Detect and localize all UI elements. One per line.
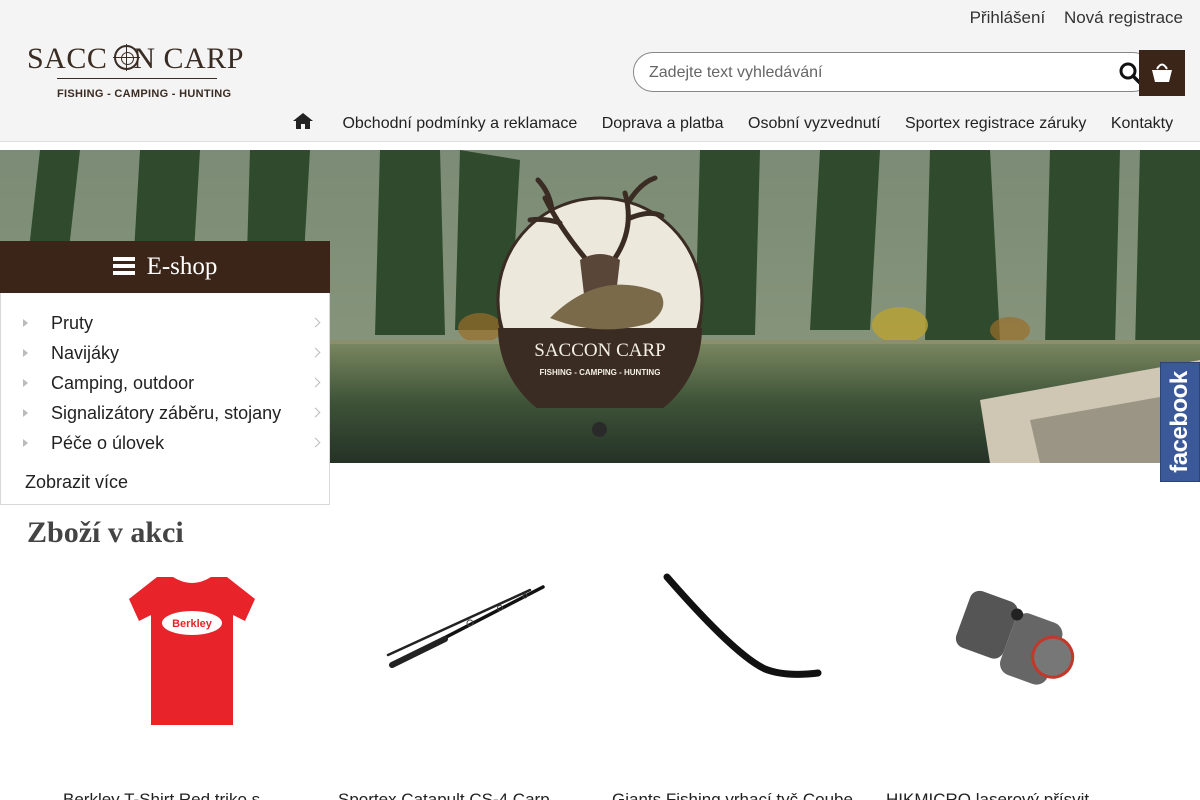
product-name[interactable]: HIKMICRO laserový přísvit xyxy=(886,790,1176,800)
eshop-sidebar: E-shop Pruty Navijáky Camping, outdoor S… xyxy=(0,241,330,505)
product-name[interactable]: Sportex Catapult CS-4 Carp xyxy=(338,790,628,800)
category-item[interactable]: Camping, outdoor xyxy=(1,368,329,398)
chevron-right-icon xyxy=(310,407,321,418)
category-item[interactable]: Navijáky xyxy=(1,338,329,368)
nav-pickup[interactable]: Osobní vyzvednutí xyxy=(748,115,881,133)
header: Přihlášení Nová registrace SACC N CARP FI… xyxy=(0,0,1200,142)
caret-right-icon xyxy=(23,319,28,327)
search-input[interactable] xyxy=(649,62,1089,84)
logo-divider xyxy=(57,78,217,79)
caret-right-icon xyxy=(23,409,28,417)
product-grid: Berkley Berkley T-Shirt Red triko s Spor… xyxy=(55,565,1155,800)
caret-right-icon xyxy=(23,379,28,387)
nav-shipping[interactable]: Doprava a platba xyxy=(602,115,724,133)
throwing-stick-image xyxy=(663,573,822,678)
product-card[interactable]: HIKMICRO laserový přísvit xyxy=(880,565,1150,800)
chevron-right-icon xyxy=(310,317,321,328)
slider-dot[interactable] xyxy=(592,422,607,437)
home-icon[interactable] xyxy=(292,112,314,130)
category-label: Signalizátory záběru, stojany xyxy=(51,403,282,423)
product-name[interactable]: Giants Fishing vrhací tyč Coube xyxy=(612,790,902,800)
category-item[interactable]: Signalizátory záběru, stojany xyxy=(1,398,329,428)
menu-icon xyxy=(112,242,135,275)
show-more-link[interactable]: Zobrazit více xyxy=(1,472,329,493)
chevron-right-icon xyxy=(310,437,321,448)
svg-text:Berkley: Berkley xyxy=(172,618,213,630)
category-label: Camping, outdoor xyxy=(51,373,195,393)
nav-terms[interactable]: Obchodní podmínky a reklamace xyxy=(342,115,577,133)
caret-right-icon xyxy=(23,439,28,447)
search-box xyxy=(633,52,1153,92)
chevron-right-icon xyxy=(310,377,321,388)
nav-contacts[interactable]: Kontakty xyxy=(1111,115,1173,133)
category-list: Pruty Navijáky Camping, outdoor Signaliz… xyxy=(0,293,330,505)
eshop-header[interactable]: E-shop xyxy=(0,241,330,293)
nav-warranty[interactable]: Sportex registrace záruky xyxy=(905,115,1086,133)
chevron-right-icon xyxy=(310,347,321,358)
category-label: Péče o úlovek xyxy=(51,433,165,453)
main-nav: Obchodní podmínky a reklamace Doprava a … xyxy=(292,112,1193,134)
laser-illuminator-image xyxy=(955,590,1075,685)
product-card[interactable]: Giants Fishing vrhací tyč Coube xyxy=(605,565,875,800)
account-links: Přihlášení Nová registrace xyxy=(956,8,1183,28)
product-name[interactable]: Berkley T-Shirt Red triko s xyxy=(63,790,353,800)
tshirt-image: Berkley xyxy=(129,577,255,725)
category-item[interactable]: Pruty xyxy=(1,308,329,338)
section-title: Zboží v akci xyxy=(27,516,184,549)
facebook-label: facebook xyxy=(1166,371,1193,473)
fishing-rod-image xyxy=(386,585,545,668)
facebook-tab[interactable]: facebook xyxy=(1160,362,1200,482)
caret-right-icon xyxy=(23,349,28,357)
eshop-title: E-shop xyxy=(146,253,218,280)
logo-title-left: SACC xyxy=(27,42,108,75)
category-label: Navijáky xyxy=(51,343,120,363)
basket-icon xyxy=(1149,59,1175,85)
category-item[interactable]: Péče o úlovek xyxy=(1,428,329,458)
login-link[interactable]: Přihlášení xyxy=(970,8,1046,27)
register-link[interactable]: Nová registrace xyxy=(1064,8,1183,27)
cart-button[interactable] xyxy=(1139,50,1185,96)
site-logo[interactable]: SACC N CARP FISHING - CAMPING - HUNTING xyxy=(27,44,249,106)
category-label: Pruty xyxy=(51,313,94,333)
logo-title-right: N CARP xyxy=(133,42,244,75)
badge-tagline: FISHING - CAMPING - HUNTING xyxy=(539,368,661,377)
product-card[interactable]: Sportex Catapult CS-4 Carp xyxy=(330,565,600,800)
product-card[interactable]: Berkley Berkley T-Shirt Red triko s xyxy=(55,565,325,800)
crosshair-icon xyxy=(113,44,140,71)
badge-title: SACCON CARP xyxy=(534,340,666,361)
logo-tagline: FISHING - CAMPING - HUNTING xyxy=(57,88,232,100)
